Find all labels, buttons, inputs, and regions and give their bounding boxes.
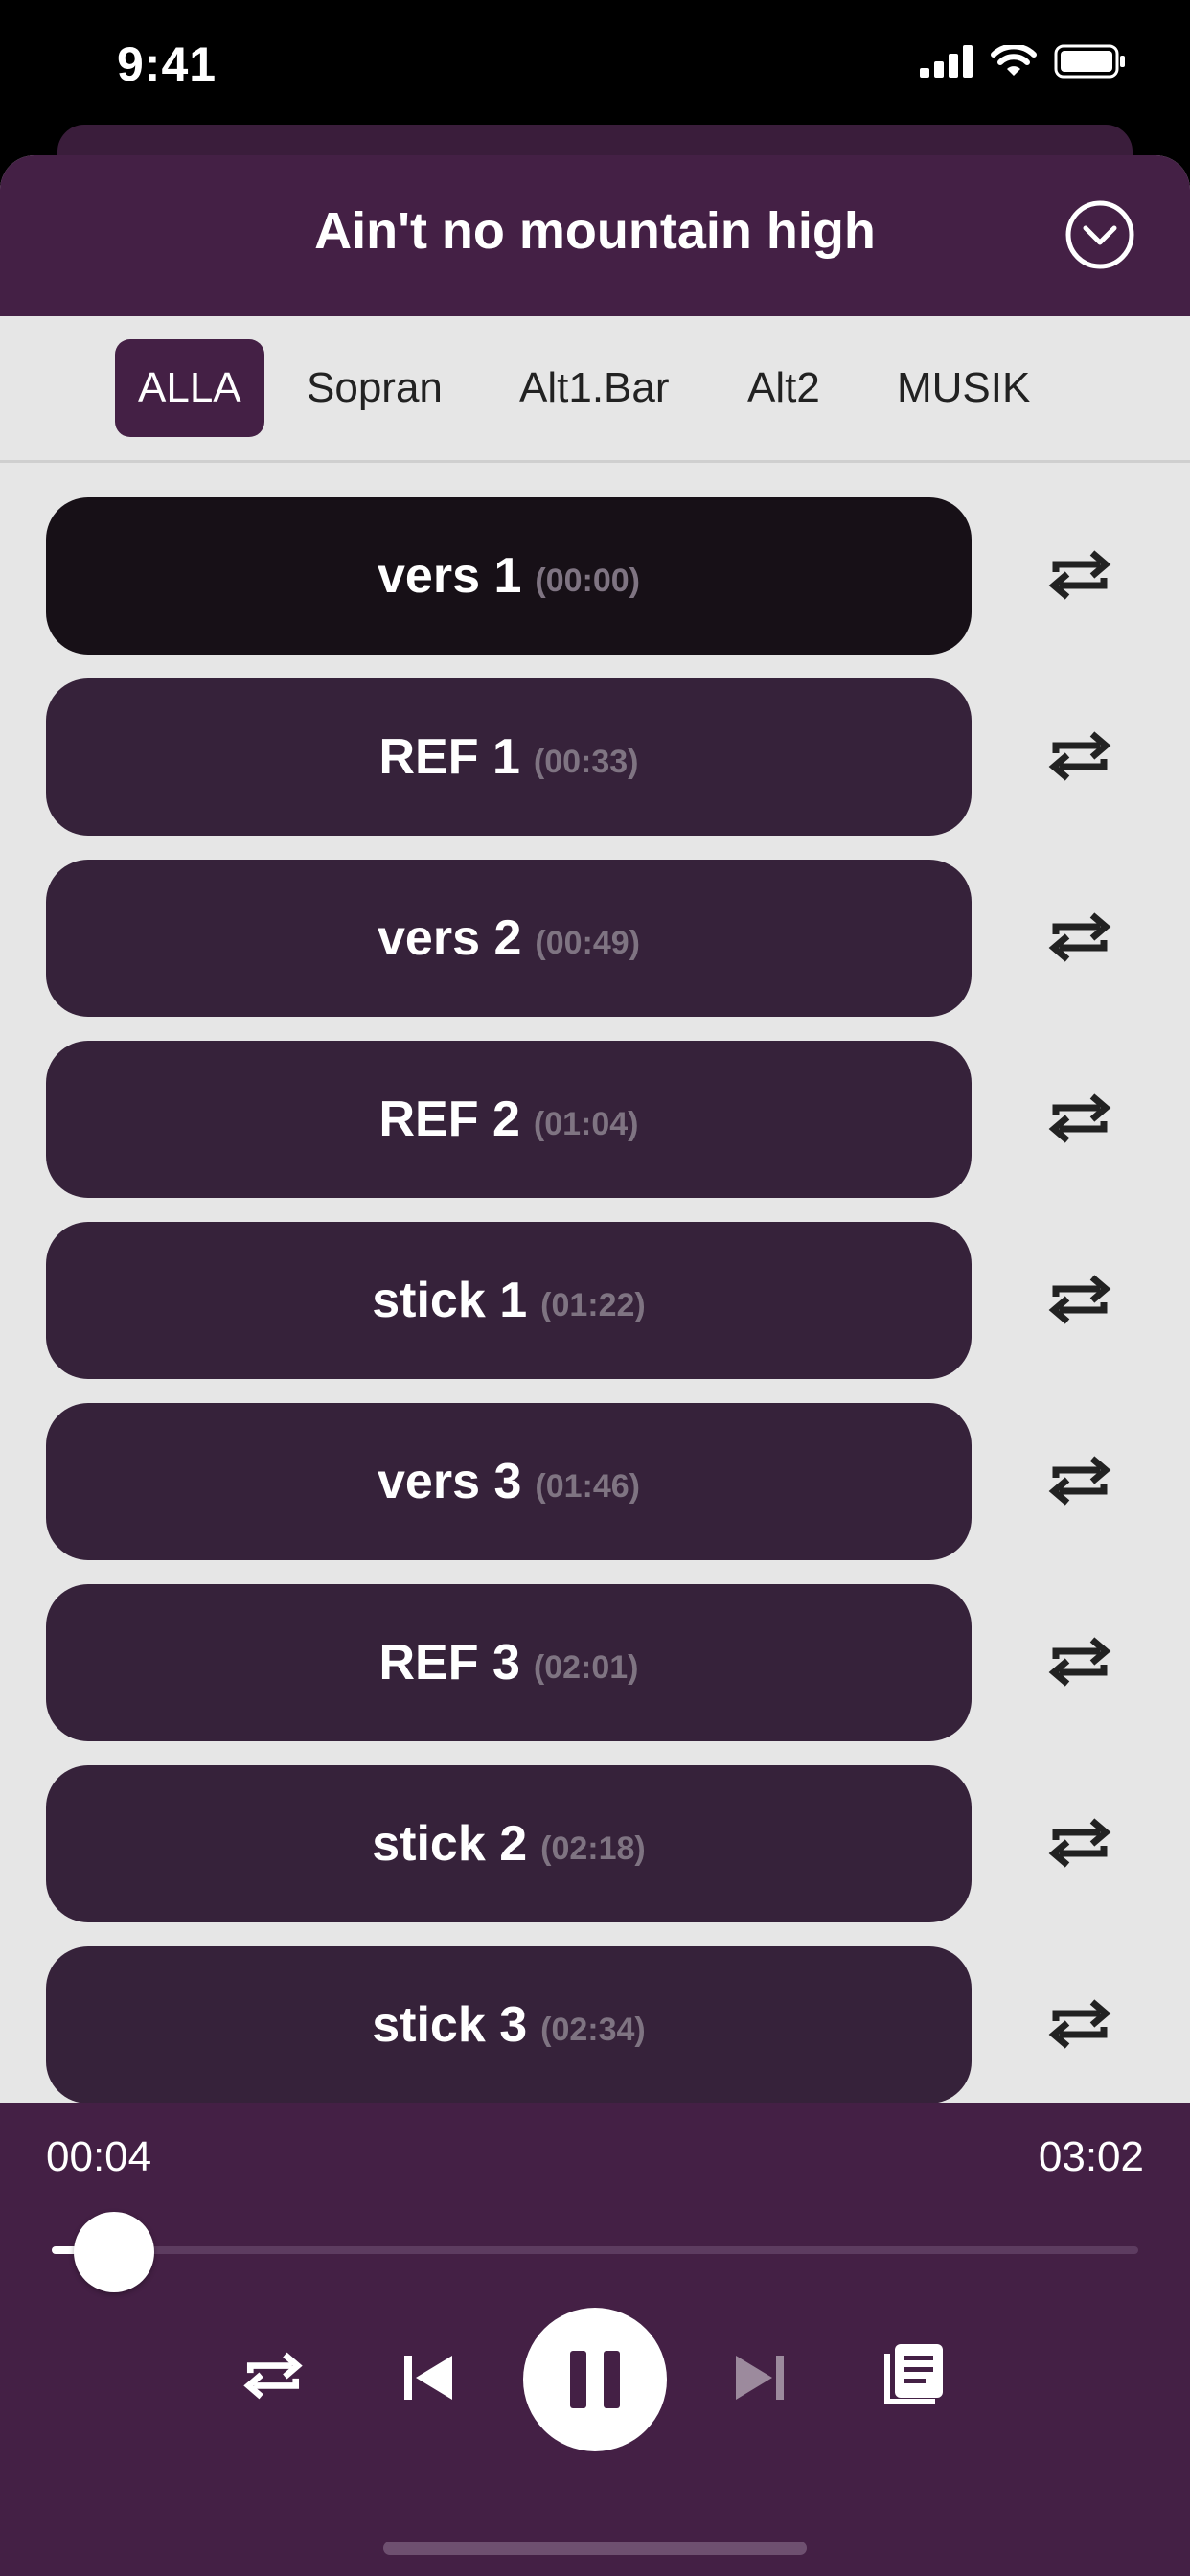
song-title: Ain't no mountain high: [314, 202, 876, 260]
section-row: REF 1 (00:33): [0, 678, 1190, 836]
total-time: 03:02: [1038, 2133, 1144, 2180]
section-name: stick 2: [372, 1816, 528, 1872]
skip-next-icon[interactable]: [732, 2350, 788, 2405]
status-icons: [920, 44, 1127, 79]
section-name: vers 3: [378, 1454, 522, 1509]
document-icon[interactable]: [883, 2342, 947, 2409]
repeat-icon[interactable]: [1042, 1806, 1117, 1880]
tab-alt1-bar[interactable]: Alt1.Bar: [496, 339, 693, 437]
status-time: 9:41: [117, 37, 217, 91]
section-start-time: (01:22): [540, 1286, 646, 1323]
tab-musik[interactable]: MUSIK: [874, 339, 1053, 437]
player-bar: 00:04 03:02: [0, 2103, 1190, 2576]
section-start-time: (02:18): [540, 1829, 646, 1867]
pause-button[interactable]: [523, 2308, 667, 2451]
section-start-time: (01:04): [533, 1105, 639, 1142]
section-start-time: (02:01): [533, 1648, 639, 1686]
section-button[interactable]: vers 1 (00:00): [46, 497, 972, 655]
section-row: REF 2 (01:04): [0, 1041, 1190, 1198]
tab-sopran[interactable]: Sopran: [284, 339, 466, 437]
song-header: Ain't no mountain high: [0, 155, 1190, 316]
section-button[interactable]: REF 1 (00:33): [46, 678, 972, 836]
section-button[interactable]: REF 2 (01:04): [46, 1041, 972, 1198]
voice-tabs: ALLA Sopran Alt1.Bar Alt2 MUSIK: [0, 316, 1190, 463]
section-button[interactable]: REF 3 (02:01): [46, 1584, 972, 1741]
section-name: REF 1: [378, 729, 520, 785]
section-row: stick 1 (01:22): [0, 1222, 1190, 1379]
section-name: vers 1: [378, 548, 522, 604]
section-button[interactable]: stick 1 (01:22): [46, 1222, 972, 1379]
home-indicator: [383, 2542, 807, 2555]
repeat-icon[interactable]: [1042, 719, 1117, 794]
section-name: stick 1: [372, 1273, 528, 1328]
status-bar: 9:41: [0, 0, 1190, 134]
section-row: vers 3 (01:46): [0, 1403, 1190, 1560]
cellular-signal-icon: [920, 45, 973, 78]
current-time: 00:04: [46, 2133, 152, 2180]
section-name: stick 3: [372, 1997, 528, 2053]
repeat-icon[interactable]: [1042, 1081, 1117, 1156]
repeat-icon[interactable]: [1042, 1443, 1117, 1518]
repeat-icon[interactable]: [1042, 900, 1117, 975]
section-start-time: (01:46): [535, 1467, 640, 1505]
section-start-time: (00:49): [535, 924, 640, 961]
progress-slider[interactable]: [52, 2246, 1138, 2254]
progress-thumb[interactable]: [73, 2212, 154, 2292]
repeat-icon[interactable]: [1042, 1987, 1117, 2061]
repeat-icon[interactable]: [1042, 538, 1117, 612]
pause-icon: [570, 2351, 620, 2408]
section-row: REF 3 (02:01): [0, 1584, 1190, 1741]
section-name: vers 2: [378, 910, 522, 966]
battery-icon: [1054, 44, 1125, 79]
skip-previous-icon[interactable]: [400, 2350, 456, 2405]
repeat-icon[interactable]: [238, 2340, 309, 2411]
section-button[interactable]: stick 2 (02:18): [46, 1765, 972, 1922]
chevron-down-circle-icon[interactable]: [1064, 198, 1136, 271]
tab-alla[interactable]: ALLA: [115, 339, 264, 437]
section-row: vers 1 (00:00): [0, 497, 1190, 655]
section-button[interactable]: vers 3 (01:46): [46, 1403, 972, 1560]
section-start-time: (00:00): [535, 562, 640, 599]
section-row: vers 2 (00:49): [0, 860, 1190, 1017]
tab-alt2[interactable]: Alt2: [724, 339, 843, 437]
repeat-icon[interactable]: [1042, 1262, 1117, 1337]
section-start-time: (02:34): [540, 2011, 646, 2048]
repeat-icon[interactable]: [1042, 1624, 1117, 1699]
wifi-icon: [991, 45, 1037, 76]
section-row: stick 2 (02:18): [0, 1765, 1190, 1922]
section-button[interactable]: stick 3 (02:34): [46, 1946, 972, 2104]
section-button[interactable]: vers 2 (00:49): [46, 860, 972, 1017]
section-row: stick 3 (02:34): [0, 1946, 1190, 2104]
section-name: REF 3: [378, 1635, 520, 1690]
section-name: REF 2: [378, 1092, 520, 1147]
section-start-time: (00:33): [533, 743, 639, 780]
